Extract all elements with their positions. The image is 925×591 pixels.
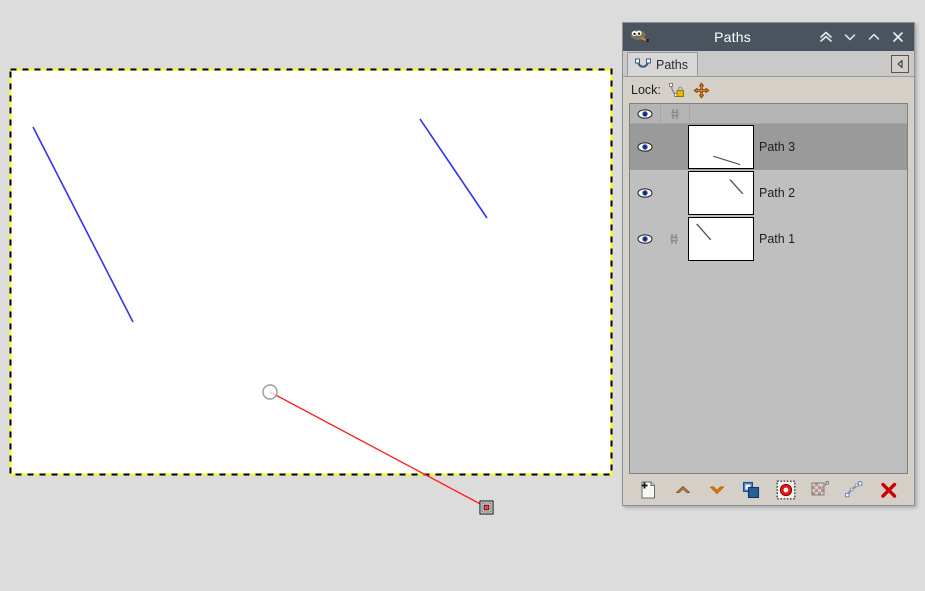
close-x-icon (893, 32, 903, 42)
path-thumbnail (688, 217, 754, 261)
eye-icon (637, 234, 653, 244)
window-titlebar[interactable]: Paths (623, 23, 914, 51)
tab-paths-label: Paths (656, 57, 688, 72)
paths-dock-window: Paths Paths Lock: Path 3 Path 2 Path 1 (622, 22, 915, 506)
header-visibility-column (630, 104, 661, 123)
paths-list[interactable]: Path 3 Path 2 Path 1 (629, 103, 908, 474)
chevron-down-button[interactable] (838, 25, 862, 49)
selection-to-path-button[interactable] (807, 478, 833, 502)
chain-link-icon (671, 108, 679, 119)
chevron-up-icon (868, 33, 880, 40)
red-selection-icon (776, 480, 796, 499)
eye-icon (637, 142, 653, 152)
list-item[interactable]: Path 2 (630, 170, 907, 216)
chain-link-icon (670, 234, 678, 244)
thumbnail-path-preview (729, 179, 744, 195)
new-document-plus-icon (641, 481, 656, 498)
image-canvas[interactable] (11, 70, 611, 474)
lock-position-button[interactable] (692, 81, 711, 100)
new-path-button[interactable] (635, 478, 661, 502)
collapse-all-button[interactable] (814, 25, 838, 49)
tab-paths[interactable]: Paths (627, 52, 698, 76)
chevron-down-icon (844, 34, 856, 41)
wilber-icon (630, 30, 649, 42)
path-anchor-handle-square[interactable] (479, 500, 494, 515)
list-item-label: Path 2 (759, 186, 796, 200)
duplicate-path-button[interactable] (738, 478, 764, 502)
thumbnail-path-preview (712, 155, 741, 166)
eye-icon (637, 108, 653, 119)
close-button[interactable] (886, 25, 910, 49)
chevron-up-button[interactable] (862, 25, 886, 49)
stroke-path-button[interactable] (841, 478, 867, 502)
dock-tabstrip: Paths (623, 51, 914, 77)
eye-icon (637, 188, 653, 198)
duplicate-squares-icon (743, 481, 760, 498)
row-link-toggle[interactable] (660, 232, 688, 246)
delete-path-button[interactable] (876, 478, 902, 502)
paths-icon (635, 58, 651, 68)
list-empty-area[interactable] (630, 262, 907, 473)
list-item[interactable]: Path 3 (630, 124, 907, 170)
path-lock-icon (668, 82, 684, 97)
tab-menu-button[interactable] (891, 55, 909, 73)
checker-brush-icon (811, 480, 830, 495)
chevron-up-icon (675, 485, 690, 493)
path-thumbnail (688, 125, 754, 169)
row-visibility-toggle[interactable] (630, 233, 660, 245)
raise-path-button[interactable] (670, 478, 696, 502)
path-thumbnail (688, 171, 754, 215)
lock-path-button[interactable] (667, 81, 686, 100)
row-visibility-toggle[interactable] (630, 141, 660, 153)
thumbnail-path-preview (696, 223, 712, 241)
list-item-label: Path 1 (759, 232, 796, 246)
lock-label: Lock: (631, 83, 661, 97)
paths-list-header (630, 104, 907, 124)
screen-root: Paths Paths Lock: Path 3 Path 2 Path 1 (0, 0, 925, 591)
delete-x-icon (881, 482, 897, 498)
lower-path-button[interactable] (704, 478, 730, 502)
lock-row: Lock: (623, 77, 914, 103)
double-chevron-up-icon (820, 31, 832, 42)
path-to-selection-button[interactable] (773, 478, 799, 502)
stroke-path-icon (845, 480, 863, 497)
chevron-down-icon (709, 486, 724, 494)
row-visibility-toggle[interactable] (630, 187, 660, 199)
window-title: Paths (714, 29, 751, 45)
header-link-column (661, 104, 690, 123)
paths-bottom-toolbar (623, 474, 914, 505)
list-item-label: Path 3 (759, 140, 796, 154)
list-item[interactable]: Path 1 (630, 216, 907, 262)
move-cross-icon (693, 82, 710, 98)
header-spacer (690, 104, 907, 123)
tab-menu-arrow-icon (897, 59, 903, 69)
